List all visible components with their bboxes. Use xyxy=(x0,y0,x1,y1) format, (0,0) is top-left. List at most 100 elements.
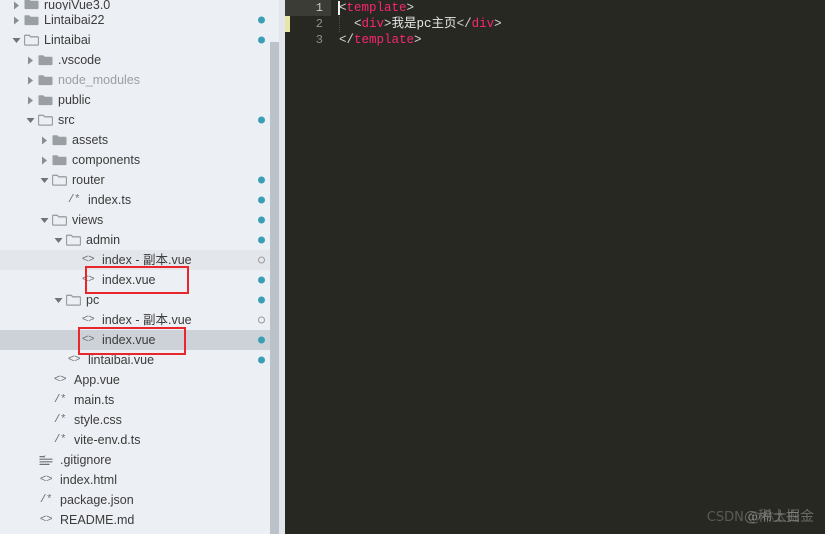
tree-row-label: assets xyxy=(72,133,109,147)
code-text[interactable]: </template> xyxy=(331,32,422,48)
git-status-dot-filled xyxy=(258,16,265,24)
token-punct: </ xyxy=(339,33,355,47)
tree-row[interactable]: /* vite-env.d.ts xyxy=(0,430,285,450)
git-status-dot-hollow xyxy=(258,256,265,264)
tree-row-label: package.json xyxy=(60,493,134,507)
tree-row[interactable]: pc xyxy=(0,290,285,310)
config-file-icon: /* xyxy=(53,434,67,446)
config-file-icon: /* xyxy=(53,394,67,406)
explorer-scrollbar-thumb[interactable] xyxy=(270,42,279,534)
chevron-down-icon[interactable] xyxy=(52,237,64,244)
chevron-right-icon[interactable] xyxy=(24,96,36,105)
tree-row-label: lintaibai.vue xyxy=(88,353,155,367)
code-file-icon: <> xyxy=(67,354,81,366)
tree-row[interactable]: /* main.ts xyxy=(0,390,285,410)
line-number: 3 xyxy=(315,33,323,47)
chevron-down-icon[interactable] xyxy=(38,177,50,184)
token-tag: div xyxy=(471,17,495,31)
tree-row-label: views xyxy=(72,213,104,227)
chevron-right-icon[interactable] xyxy=(10,1,22,10)
chevron-right-icon[interactable] xyxy=(38,156,50,165)
folder-open-icon xyxy=(36,114,54,126)
chevron-right-icon[interactable] xyxy=(10,16,22,25)
chevron-down-icon[interactable] xyxy=(10,37,22,44)
tree-row[interactable]: components xyxy=(0,150,285,170)
code-file-icon: <> xyxy=(81,314,95,326)
line-number: 1 xyxy=(285,0,331,16)
tree-row[interactable]: <> README.md xyxy=(0,510,285,530)
tree-row-label: index - 副本.vue xyxy=(102,253,192,267)
token-punct: > xyxy=(414,33,422,47)
tree-row[interactable]: <> index.html xyxy=(0,470,285,490)
file-tree[interactable]: ruoyiVue3.0 Lintaibai22 Lintaibai .vscode no… xyxy=(0,0,285,530)
tree-row-label: Lintaibai22 xyxy=(44,13,105,27)
tree-row[interactable]: .vscode xyxy=(0,50,285,70)
tree-row-label: components xyxy=(72,153,141,167)
git-status-dot-filled xyxy=(258,116,265,124)
tree-row-label: node_modules xyxy=(58,73,141,87)
folder-closed-icon xyxy=(36,54,54,66)
line-number: 2 xyxy=(315,17,323,31)
code-text[interactable]: <template> xyxy=(331,0,414,16)
tree-row-label: router xyxy=(72,173,105,187)
config-file-icon: /* xyxy=(53,414,67,426)
tree-row-label: README.md xyxy=(60,513,135,527)
tree-row[interactable]: ruoyiVue3.0 xyxy=(0,0,285,10)
code-lines[interactable]: 1 <template> 2 <div>我是pc主页</div> 3 </templat… xyxy=(285,0,825,48)
tree-row[interactable]: Lintaibai22 xyxy=(0,10,285,30)
folder-open-icon xyxy=(22,34,40,46)
tree-row[interactable]: <> index.vue xyxy=(0,270,285,290)
tree-row[interactable]: <> index - 副本.vue xyxy=(0,310,285,330)
config-file-icon: /* xyxy=(39,494,53,506)
chevron-right-icon[interactable] xyxy=(24,56,36,65)
tree-row[interactable]: admin xyxy=(0,230,285,250)
tree-row[interactable]: node_modules xyxy=(0,70,285,90)
code-editor-pane[interactable]: 1 <template> 2 <div>我是pc主页</div> 3 </templat… xyxy=(285,0,825,534)
chevron-down-icon[interactable] xyxy=(38,217,50,224)
code-line[interactable]: 2 <div>我是pc主页</div> xyxy=(285,16,825,32)
token-punct: > xyxy=(384,17,392,31)
tree-row-label: main.ts xyxy=(74,393,115,407)
folder-closed-icon xyxy=(36,74,54,86)
folder-closed-icon xyxy=(22,14,40,26)
vscode-window: ruoyiVue3.0 Lintaibai22 Lintaibai .vscode no… xyxy=(0,0,825,534)
tree-row[interactable]: public xyxy=(0,90,285,110)
watermark-primary: @稀土掘金 xyxy=(744,509,814,525)
tree-row[interactable]: <> App.vue xyxy=(0,370,285,390)
tree-row[interactable]: Lintaibai xyxy=(0,30,285,50)
chevron-down-icon[interactable] xyxy=(52,297,64,304)
tree-row[interactable]: <> index - 副本.vue xyxy=(0,250,285,270)
tree-row-label: public xyxy=(58,93,91,107)
chevron-down-icon[interactable] xyxy=(24,117,36,124)
code-line[interactable]: 1 <template> xyxy=(285,0,825,16)
tree-row-label: ruoyiVue3.0 xyxy=(44,0,111,10)
tree-row[interactable]: <> index.vue xyxy=(0,330,285,350)
folder-closed-icon xyxy=(50,154,68,166)
tree-row[interactable]: src xyxy=(0,110,285,130)
code-line[interactable]: 3 </template> xyxy=(285,32,825,48)
git-status-dot-filled xyxy=(258,236,265,244)
tree-row[interactable]: /* style.css xyxy=(0,410,285,430)
explorer-scrollbar-track[interactable] xyxy=(270,0,279,534)
token-punct: </ xyxy=(456,17,472,31)
tree-row[interactable]: <> lintaibai.vue xyxy=(0,350,285,370)
tree-row-label: index.ts xyxy=(88,193,132,207)
folder-closed-icon xyxy=(22,0,40,10)
tree-row[interactable]: T .gitignore xyxy=(0,450,285,470)
tree-row[interactable]: /* index.ts xyxy=(0,190,285,210)
tree-row[interactable]: /* package.json xyxy=(0,490,285,510)
chevron-right-icon[interactable] xyxy=(24,76,36,85)
tree-row[interactable]: views xyxy=(0,210,285,230)
modified-gutter-marker xyxy=(285,16,290,32)
tree-row[interactable]: assets xyxy=(0,130,285,150)
folder-open-icon xyxy=(50,214,68,226)
tree-row[interactable]: router xyxy=(0,170,285,190)
chevron-right-icon[interactable] xyxy=(38,136,50,145)
code-file-icon: <> xyxy=(53,374,67,386)
tree-row-label: style.css xyxy=(74,413,122,427)
code-file-icon: <> xyxy=(39,514,53,526)
text-cursor xyxy=(338,1,340,15)
token-tag: template xyxy=(346,1,407,15)
code-text[interactable]: <div>我是pc主页</div> xyxy=(331,16,502,32)
folder-open-icon xyxy=(64,234,82,246)
